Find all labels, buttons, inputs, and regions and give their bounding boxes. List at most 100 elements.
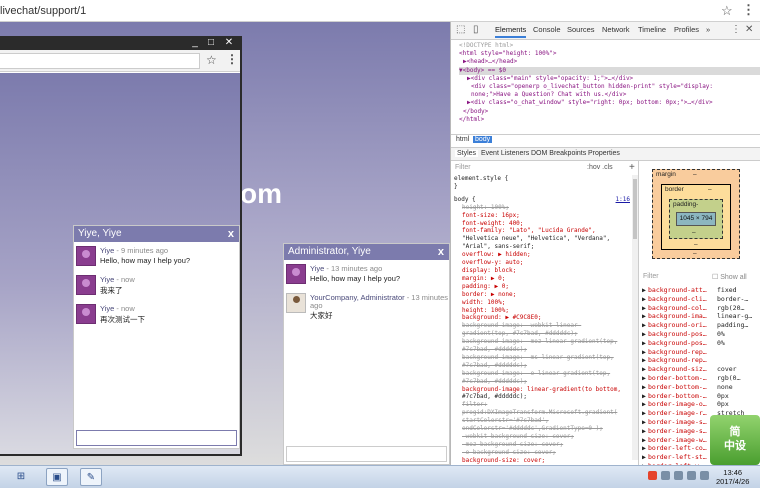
styles-scrollbar[interactable] xyxy=(632,175,638,460)
rule-source-link[interactable]: 1:16 xyxy=(616,196,630,204)
style-declaration[interactable]: overflow-y: auto; xyxy=(454,259,630,267)
style-declaration[interactable]: "Arial", sans-serif; xyxy=(454,243,630,251)
tab-styles[interactable]: Styles xyxy=(455,150,479,157)
dom-line[interactable]: </body> xyxy=(459,108,760,116)
tray-icon[interactable] xyxy=(661,471,670,480)
computed-row[interactable]: ▶ background-ima… linear-g… xyxy=(642,312,760,321)
chat-close-button[interactable]: x xyxy=(438,244,444,260)
tray-icon[interactable] xyxy=(700,471,709,480)
vertical-dots-icon[interactable]: ⋮ xyxy=(742,2,755,18)
computed-row[interactable]: ▶ border-image-o… 0px xyxy=(642,400,760,409)
style-declaration[interactable]: height: 100%; xyxy=(454,307,630,315)
dom-line[interactable]: <div class="openerp o_livechat_button hi… xyxy=(459,83,760,91)
style-declaration[interactable]: background-image: -o-linear-gradient(top… xyxy=(454,370,630,378)
style-declaration[interactable]: font-weight: 400; xyxy=(454,220,630,228)
chat-header[interactable]: Administrator, Yiye x xyxy=(284,244,449,260)
style-declaration[interactable]: "Helvetica neue", "Helvetica", "Verdana"… xyxy=(454,235,630,243)
tab-timeline[interactable]: Timeline xyxy=(638,25,666,34)
chat-header[interactable]: Yiye, Yiye x xyxy=(74,226,239,242)
taskbar-app-icon[interactable]: ▣ xyxy=(46,468,68,486)
tab-elements[interactable]: Elements xyxy=(495,25,527,38)
computed-row[interactable]: ▶ background-rep… xyxy=(642,356,760,365)
style-declaration[interactable]: endColorstr='#dddddc',GradientType=0 ); xyxy=(454,425,630,433)
computed-row[interactable]: ▶ background-att… fixed xyxy=(642,286,760,295)
computed-row[interactable]: ▶ border-bottom-… none xyxy=(642,383,760,392)
style-declaration[interactable]: overflow: ▶ hidden; xyxy=(454,251,630,259)
style-declaration[interactable]: background-image: -webkit-linear- xyxy=(454,322,630,330)
tab-network[interactable]: Network xyxy=(602,25,630,34)
style-declaration[interactable]: #7c7bad, #dddddc); xyxy=(454,346,630,354)
inner-url-field[interactable] xyxy=(0,53,200,69)
vertical-dots-icon[interactable]: ⋮ xyxy=(731,24,741,35)
scrollbar-thumb[interactable] xyxy=(633,179,637,239)
tab-properties[interactable]: Properties xyxy=(588,150,620,157)
more-tabs-button[interactable]: » xyxy=(706,25,710,34)
dom-line[interactable]: <!DOCTYPE html> xyxy=(459,42,760,50)
style-declaration[interactable]: #7c7bad, #dddddc); xyxy=(454,393,630,401)
taskbar-app-icon[interactable]: ✎ xyxy=(80,468,102,486)
tray-icon[interactable] xyxy=(674,471,683,480)
crumb-html[interactable]: html xyxy=(454,136,471,143)
style-declaration[interactable]: background: ▶ #C9C8E0; xyxy=(454,314,630,322)
computed-row[interactable]: ▶ background-cli… border-… xyxy=(642,295,760,304)
style-declaration[interactable]: startColorstr='#7c7bad', xyxy=(454,417,630,425)
style-declaration[interactable]: height: 100%; xyxy=(454,204,630,212)
style-declaration[interactable]: -moz-background-size: cover; xyxy=(454,441,630,449)
minimize-button[interactable]: _ xyxy=(188,37,202,49)
tab-console[interactable]: Console xyxy=(533,25,561,34)
inner-window-titlebar[interactable]: _ □ ✕ xyxy=(0,37,240,50)
tab-sources[interactable]: Sources xyxy=(567,25,595,34)
style-declaration[interactable]: background-image: -ms-linear-gradient(to… xyxy=(454,354,630,362)
dom-line[interactable]: ▶<div class="o_chat_window" style="right… xyxy=(459,99,760,107)
vertical-dots-icon[interactable]: ⋮ xyxy=(226,52,238,66)
hov-cls-toggle[interactable]: :hov .cls xyxy=(587,164,613,171)
computed-row[interactable]: ▶ background-pos… 0% xyxy=(642,339,760,348)
style-declaration[interactable]: width: 100%; xyxy=(454,299,630,307)
computed-row[interactable]: ▶ border-bottom-… rgb(0… xyxy=(642,374,760,383)
styles-filter-input[interactable]: Filter xyxy=(455,164,471,171)
style-declaration[interactable]: #7c7bad, #dddddc); xyxy=(454,362,630,370)
show-all-checkbox[interactable]: ☐ Show all xyxy=(712,273,747,281)
style-declaration[interactable]: background-size: cover; xyxy=(454,457,630,465)
close-button[interactable]: ✕ xyxy=(222,37,236,49)
style-declaration[interactable]: padding: ▶ 0; xyxy=(454,283,630,291)
tab-dom-breakpoints[interactable]: DOM Breakpoints xyxy=(531,150,586,157)
tray-icon[interactable] xyxy=(687,471,696,480)
dom-line[interactable]: <html style="height: 100%"> xyxy=(459,50,760,58)
browser-url-bar[interactable]: livechat/support/1 ☆ ⋮ xyxy=(0,0,760,22)
close-icon[interactable]: ✕ xyxy=(745,24,753,35)
computed-row[interactable]: ▶ background-ori… padding… xyxy=(642,321,760,330)
style-declaration[interactable]: font-family: "Lato", "Lucida Grande", xyxy=(454,227,630,235)
style-declaration[interactable]: gradient(top, #7c7bad, #dddddc); xyxy=(454,330,630,338)
dom-line[interactable]: </html> xyxy=(459,116,760,124)
computed-row[interactable]: ▶ background-rep… xyxy=(642,348,760,357)
chat-message-input[interactable] xyxy=(76,430,237,446)
inspect-icon[interactable]: ⬚ xyxy=(456,24,465,35)
dom-line[interactable]: none;">Have a Question? Chat with us.</d… xyxy=(459,91,760,99)
style-declaration[interactable]: filter: xyxy=(454,401,630,409)
style-declaration[interactable]: #7c7bad, #dddddc); xyxy=(454,378,630,386)
computed-row[interactable]: ▶ border-bottom-… 0px xyxy=(642,392,760,401)
dom-line-selected[interactable]: ▼<body> == $0 xyxy=(459,66,760,75)
style-declaration[interactable]: progid:DXImageTransform.Microsoft.gradie… xyxy=(454,409,630,417)
star-icon[interactable]: ☆ xyxy=(206,53,217,67)
dom-line[interactable]: ▶<head>…</head> xyxy=(459,58,760,66)
computed-row[interactable]: ▶ background-siz… cover xyxy=(642,365,760,374)
device-icon[interactable]: ▯ xyxy=(473,24,479,35)
tab-event-listeners[interactable]: Event Listeners xyxy=(481,150,529,157)
tab-profiles[interactable]: Profiles xyxy=(674,25,699,34)
maximize-button[interactable]: □ xyxy=(204,37,218,49)
style-declaration[interactable]: display: block; xyxy=(454,267,630,275)
rule-selector[interactable]: body { xyxy=(454,196,476,203)
taskbar-clock[interactable]: 13:46 2017/4/26 xyxy=(716,468,749,486)
crumb-body[interactable]: body xyxy=(473,136,493,143)
url-text[interactable]: livechat/support/1 xyxy=(0,5,86,17)
style-declaration[interactable]: background-image: -moz-linear-gradient(t… xyxy=(454,338,630,346)
style-declaration[interactable]: -webkit-background-size: cover; xyxy=(454,433,630,441)
style-declaration[interactable]: border: ▶ none; xyxy=(454,291,630,299)
element-style-rule[interactable]: element.style { xyxy=(454,175,630,183)
ime-badge[interactable]: 简 中设 xyxy=(710,415,760,465)
tray-icon[interactable] xyxy=(648,471,657,480)
start-icon[interactable]: ⊞ xyxy=(10,468,32,486)
computed-filter-input[interactable]: Filter xyxy=(643,273,659,280)
